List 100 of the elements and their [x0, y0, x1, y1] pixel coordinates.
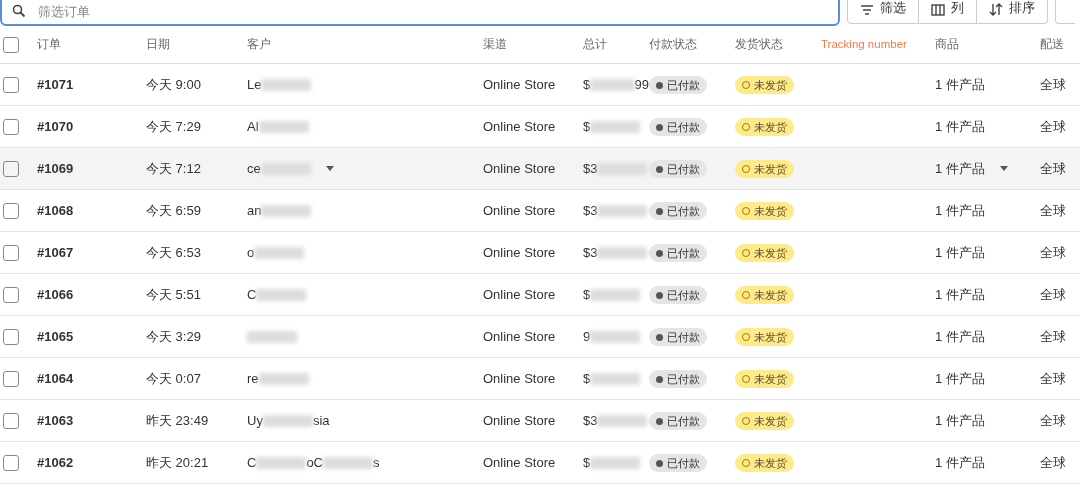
customer-name: ce: [247, 159, 261, 178]
column-header[interactable]: 发货状态: [735, 35, 821, 54]
blurred-text: [597, 414, 648, 427]
table-cell-text: 今天 0:07: [146, 369, 202, 388]
customer-name: re: [247, 369, 259, 388]
blurred-text: [262, 414, 313, 427]
customer-name: o: [247, 243, 255, 262]
order-total: $3: [583, 243, 598, 262]
fulfillment-status-badge: 未发货: [735, 159, 794, 178]
checkbox[interactable]: [3, 160, 19, 177]
table-cell-text: 今天 9:00: [146, 75, 202, 94]
checkbox[interactable]: [3, 76, 19, 93]
order-link[interactable]: #1066: [37, 284, 146, 305]
table-cell-text: 昨天 20:21: [146, 453, 210, 472]
table-cell-text: Online Store: [483, 411, 557, 430]
table-cell-text: Online Store: [483, 327, 557, 346]
table-cell-text: Online Store: [483, 159, 557, 178]
checkbox[interactable]: [3, 412, 19, 429]
payment-status-badge: 已付款: [649, 285, 707, 305]
order-link[interactable]: #1065: [37, 326, 146, 347]
blurred-text: [261, 204, 312, 217]
customer-name: oC: [306, 453, 323, 472]
search-field[interactable]: 筛选订单: [0, 0, 840, 26]
column-header[interactable]: 配送: [1040, 35, 1074, 54]
order-link[interactable]: #1064: [37, 368, 146, 389]
payment-status-badge: 已付款: [649, 117, 707, 137]
table-cell-text: 全球: [1040, 285, 1067, 304]
fulfillment-status-badge: 未发货: [735, 411, 794, 430]
toolbar-button[interactable]: 列: [919, 0, 977, 24]
blurred-text: [597, 246, 648, 259]
table-cell-text: 今天 5:51: [146, 285, 202, 304]
payment-status-badge: 已付款: [649, 75, 707, 95]
blurred-text: [247, 330, 297, 343]
toolbar-button[interactable]: 筛选: [847, 0, 919, 24]
customer-name: sia: [312, 411, 330, 430]
order-total: $3: [583, 411, 598, 430]
column-header[interactable]: 渠道: [483, 35, 583, 54]
table-cell-text: 1 件产品: [935, 327, 985, 346]
column-header[interactable]: 付款状态: [649, 35, 735, 54]
columns-icon: [931, 3, 945, 17]
blurred-text: [597, 204, 648, 217]
checkbox[interactable]: [3, 36, 19, 53]
blurred-text: [258, 372, 309, 385]
table-cell-text: 1 件产品: [935, 159, 985, 178]
column-header[interactable]: 总计: [583, 35, 649, 54]
caret-icon[interactable]: [999, 166, 1008, 171]
payment-status-badge: 已付款: [649, 159, 707, 179]
order-total: $: [583, 75, 591, 94]
order-total: $3: [583, 201, 598, 220]
table-cell-text: 全球: [1040, 75, 1067, 94]
checkbox[interactable]: [3, 202, 19, 219]
column-header[interactable]: 日期: [146, 35, 247, 54]
order-total: $: [583, 453, 591, 472]
customer-name: Uy: [247, 411, 263, 430]
table-cell-text: 今天 6:59: [146, 201, 202, 220]
order-link[interactable]: #1067: [37, 242, 146, 263]
order-total: 99: [634, 75, 649, 94]
order-link[interactable]: #1071: [37, 74, 146, 95]
table-cell-text: 全球: [1040, 201, 1067, 220]
order-link[interactable]: #1070: [37, 116, 146, 137]
fulfillment-status-badge: 未发货: [735, 201, 794, 220]
table-cell-text: 1 件产品: [935, 285, 985, 304]
caret-icon[interactable]: [325, 166, 334, 171]
column-header[interactable]: 订单: [37, 35, 146, 54]
blurred-text: [323, 456, 373, 469]
table-cell-text: Online Store: [483, 201, 557, 220]
table-cell-text: 今天 7:29: [146, 117, 202, 136]
column-header[interactable]: 商品: [935, 35, 1040, 54]
table-cell-text: Online Store: [483, 369, 557, 388]
toolbar-button[interactable]: 排序: [977, 0, 1048, 24]
fulfillment-status-badge: 未发货: [735, 243, 794, 262]
checkbox[interactable]: [3, 118, 19, 135]
table-cell-text: Online Store: [483, 453, 557, 472]
order-link[interactable]: #1069: [37, 158, 146, 179]
checkbox[interactable]: [3, 286, 19, 303]
blurred-text: [590, 288, 641, 301]
checkbox[interactable]: [3, 370, 19, 387]
column-header[interactable]: 客户: [247, 35, 483, 54]
blurred-text: [590, 372, 641, 385]
customer-name: C: [247, 285, 257, 304]
payment-status-badge: 已付款: [649, 243, 707, 263]
payment-status-badge: 已付款: [649, 369, 707, 389]
table-cell-text: 1 件产品: [935, 369, 985, 388]
order-total: $: [583, 369, 591, 388]
table-cell-text: 今天 3:29: [146, 327, 202, 346]
order-link[interactable]: #1062: [37, 452, 146, 473]
fulfillment-status-badge: 未发货: [735, 285, 794, 304]
blurred-text: [254, 246, 305, 259]
checkbox[interactable]: [3, 328, 19, 345]
fulfillment-status-badge: 未发货: [735, 453, 794, 472]
customer-name: s: [373, 453, 380, 472]
table-cell-text: 全球: [1040, 453, 1067, 472]
table-cell-text: 全球: [1040, 159, 1067, 178]
table-cell-text: 1 件产品: [935, 243, 985, 262]
blurred-text: [590, 456, 641, 469]
customer-name: Le: [247, 75, 262, 94]
order-link[interactable]: #1063: [37, 410, 146, 431]
checkbox[interactable]: [3, 454, 19, 471]
order-link[interactable]: #1068: [37, 200, 146, 221]
checkbox[interactable]: [3, 244, 19, 261]
